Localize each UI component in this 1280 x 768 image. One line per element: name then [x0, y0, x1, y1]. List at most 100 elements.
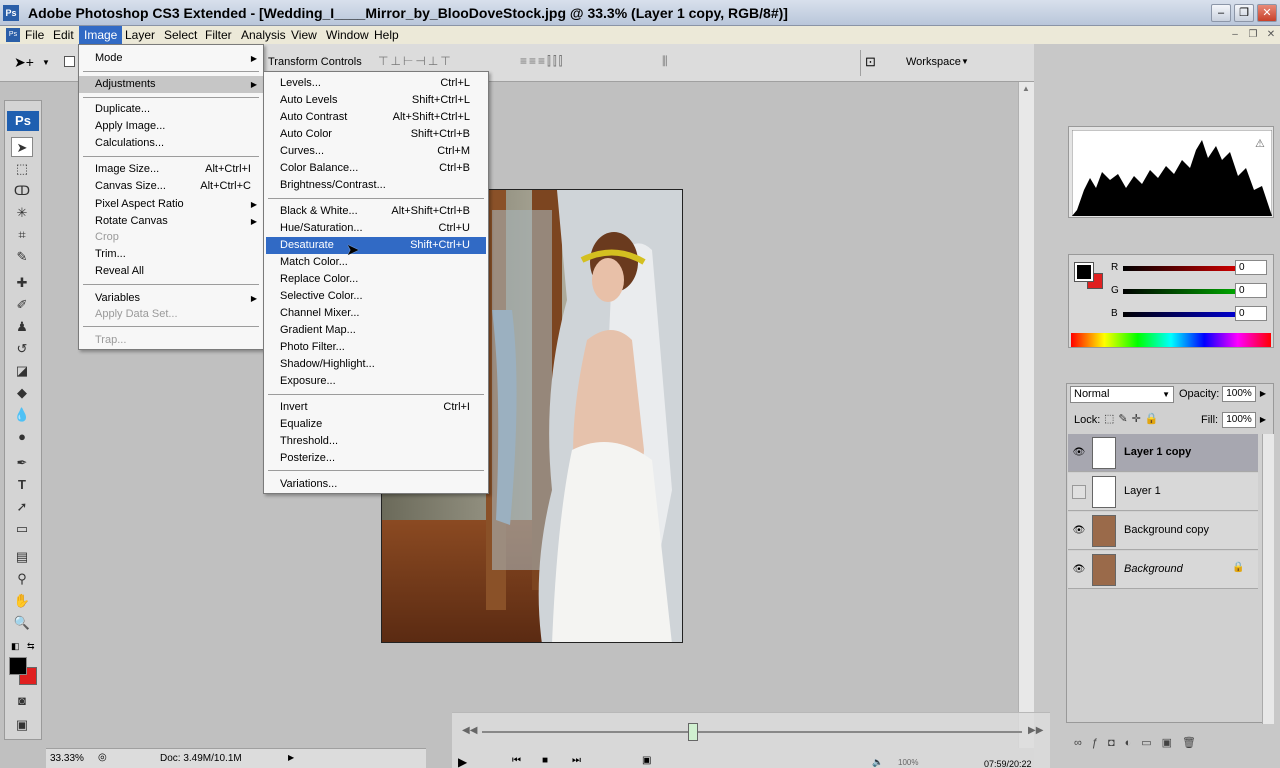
- foreground-color-swatch[interactable]: [1074, 262, 1094, 282]
- fill-input[interactable]: 100%: [1222, 412, 1256, 428]
- next-frame-icon[interactable]: ⏭: [572, 755, 581, 766]
- menu-item-equalize[interactable]: Equalize: [264, 416, 488, 433]
- tool-preset-chevron-icon[interactable]: ▼: [42, 58, 50, 67]
- menu-item-apply-image[interactable]: Apply Image...: [79, 118, 263, 135]
- menu-help[interactable]: Help: [369, 26, 404, 44]
- screen-mode-icon[interactable]: ▣: [11, 715, 33, 735]
- timeline-track[interactable]: [482, 731, 1022, 733]
- menu-item-variables[interactable]: Variables ▶: [79, 290, 263, 307]
- menu-item-desaturate[interactable]: Desaturate Shift+Ctrl+U: [266, 237, 486, 254]
- workspace-chevron-icon[interactable]: ▼: [961, 57, 969, 66]
- hand-tool-icon[interactable]: ✋: [11, 591, 33, 611]
- b-input[interactable]: 0: [1235, 306, 1267, 321]
- move-tool-icon[interactable]: ➤+: [14, 54, 34, 71]
- opacity-input[interactable]: 100%: [1222, 386, 1256, 402]
- menu-select[interactable]: Select: [159, 26, 202, 44]
- auto-align-icon[interactable]: ⫼: [662, 54, 668, 69]
- menu-item-photo-filter[interactable]: Photo Filter...: [264, 339, 488, 356]
- menu-analysis[interactable]: Analysis: [236, 26, 291, 44]
- menu-item-black-white[interactable]: Black & White... Alt+Shift+Ctrl+B: [264, 203, 488, 220]
- fullscreen-icon[interactable]: ▣: [642, 755, 651, 766]
- visibility-toggle[interactable]: [1072, 485, 1086, 499]
- document-icon[interactable]: Ps: [6, 28, 20, 42]
- menu-filter[interactable]: Filter: [200, 26, 237, 44]
- menu-item-exposure[interactable]: Exposure...: [264, 373, 488, 390]
- menu-item-canvas-size[interactable]: Canvas Size... Alt+Ctrl+C: [79, 178, 263, 195]
- menu-item-gradient-map[interactable]: Gradient Map...: [264, 322, 488, 339]
- menu-item-color-balance[interactable]: Color Balance... Ctrl+B: [264, 160, 488, 177]
- r-input[interactable]: 0: [1235, 260, 1267, 275]
- move-tool-icon[interactable]: ➤: [11, 137, 33, 157]
- menu-item-rotate-canvas[interactable]: Rotate Canvas ▶: [79, 213, 263, 230]
- foreground-color-swatch[interactable]: [9, 657, 27, 675]
- menu-file[interactable]: File: [20, 26, 49, 44]
- eraser-tool-icon[interactable]: ◪: [11, 361, 33, 381]
- dodge-tool-icon[interactable]: ●: [11, 427, 33, 447]
- menu-item-duplicate[interactable]: Duplicate...: [79, 101, 263, 118]
- play-icon[interactable]: ▶: [458, 755, 467, 768]
- menu-item-calculations[interactable]: Calculations...: [79, 135, 263, 152]
- volume-icon[interactable]: 🔈: [872, 757, 883, 768]
- menu-item-match-color[interactable]: Match Color...: [264, 254, 488, 271]
- menu-item-threshold[interactable]: Threshold...: [264, 433, 488, 450]
- menu-item-image-size[interactable]: Image Size... Alt+Ctrl+I: [79, 161, 263, 178]
- transform-controls-label[interactable]: Transform Controls: [268, 56, 362, 68]
- doc-close-icon[interactable]: ✕: [1264, 29, 1278, 41]
- path-selection-tool-icon[interactable]: ➚: [11, 497, 33, 517]
- menu-item-posterize[interactable]: Posterize...: [264, 450, 488, 467]
- clone-stamp-tool-icon[interactable]: ♟: [11, 317, 33, 337]
- menu-item-channel-mixer[interactable]: Channel Mixer...: [264, 305, 488, 322]
- zoom-level[interactable]: 33.33%: [50, 753, 84, 764]
- menu-edit[interactable]: Edit: [48, 26, 79, 44]
- menu-item-levels[interactable]: Levels... Ctrl+L: [264, 75, 488, 92]
- menu-item-auto-levels[interactable]: Auto Levels Shift+Ctrl+L: [264, 92, 488, 109]
- doc-restore-icon[interactable]: ❐: [1246, 29, 1260, 41]
- layer-row[interactable]: 👁 Background 🔒: [1068, 551, 1258, 589]
- menu-item-trim[interactable]: Trim...: [79, 246, 263, 263]
- rectangle-tool-icon[interactable]: ▭: [11, 519, 33, 539]
- menu-item-mode[interactable]: Mode ▶: [79, 50, 263, 67]
- pen-tool-icon[interactable]: ✒: [11, 453, 33, 473]
- type-tool-icon[interactable]: T: [11, 475, 33, 495]
- layer-row[interactable]: 👁 Layer 1 copy: [1068, 434, 1258, 472]
- eye-icon[interactable]: 👁: [1072, 524, 1086, 538]
- eye-icon[interactable]: 👁: [1072, 563, 1086, 577]
- distribute-icons[interactable]: ≡≡≡⫿⫿⫿: [520, 54, 565, 69]
- menu-view[interactable]: View: [286, 26, 322, 44]
- menu-item-selective-color[interactable]: Selective Color...: [264, 288, 488, 305]
- history-brush-tool-icon[interactable]: ↺: [11, 339, 33, 359]
- lasso-tool-icon[interactable]: ↀ: [11, 181, 33, 201]
- swap-colors-icon[interactable]: ⇆: [27, 641, 35, 652]
- layer-row[interactable]: Layer 1: [1068, 473, 1258, 511]
- menu-item-auto-contrast[interactable]: Auto Contrast Alt+Shift+Ctrl+L: [264, 109, 488, 126]
- color-spectrum-ramp[interactable]: [1071, 333, 1271, 347]
- notes-tool-icon[interactable]: ▤: [11, 547, 33, 567]
- eyedropper-tool-icon[interactable]: ⚲: [11, 569, 33, 589]
- menu-item-adjustments[interactable]: Adjustments ▶: [79, 76, 263, 93]
- menu-item-pixel-aspect-ratio[interactable]: Pixel Aspect Ratio ▶: [79, 196, 263, 213]
- layers-scrollbar[interactable]: [1262, 434, 1274, 724]
- paint-bucket-tool-icon[interactable]: ◆: [11, 383, 33, 403]
- menu-item-hue-saturation[interactable]: Hue/Saturation... Ctrl+U: [264, 220, 488, 237]
- warning-icon[interactable]: ⚠: [1255, 137, 1265, 150]
- timeline-scrubber[interactable]: [688, 723, 698, 741]
- opacity-arrow-icon[interactable]: ▶: [1257, 386, 1269, 402]
- fill-arrow-icon[interactable]: ▶: [1257, 412, 1269, 428]
- rewind-icon[interactable]: ◀◀: [462, 725, 477, 736]
- marquee-tool-icon[interactable]: ⬚: [11, 159, 33, 179]
- maximize-button[interactable]: ❐: [1234, 4, 1254, 22]
- status-menu-arrow-icon[interactable]: ▶: [288, 753, 294, 762]
- scroll-up-icon[interactable]: ▲: [1022, 84, 1030, 93]
- vertical-scrollbar[interactable]: ▲: [1018, 82, 1034, 748]
- lock-icons[interactable]: ⬚✎✛🔒: [1104, 412, 1163, 425]
- close-button[interactable]: ✕: [1257, 4, 1277, 22]
- menu-window[interactable]: Window: [321, 26, 374, 44]
- menu-layer[interactable]: Layer: [120, 26, 160, 44]
- quick-mask-icon[interactable]: ◙: [11, 691, 33, 711]
- auto-select-checkbox[interactable]: [64, 56, 75, 67]
- align-icons[interactable]: ⊤⊥⊢⊣⊥⊤: [378, 54, 453, 68]
- menu-item-reveal-all[interactable]: Reveal All: [79, 263, 263, 280]
- magic-wand-tool-icon[interactable]: ✳: [11, 203, 33, 223]
- default-colors-icon[interactable]: ◧: [11, 641, 20, 652]
- menu-item-curves[interactable]: Curves... Ctrl+M: [264, 143, 488, 160]
